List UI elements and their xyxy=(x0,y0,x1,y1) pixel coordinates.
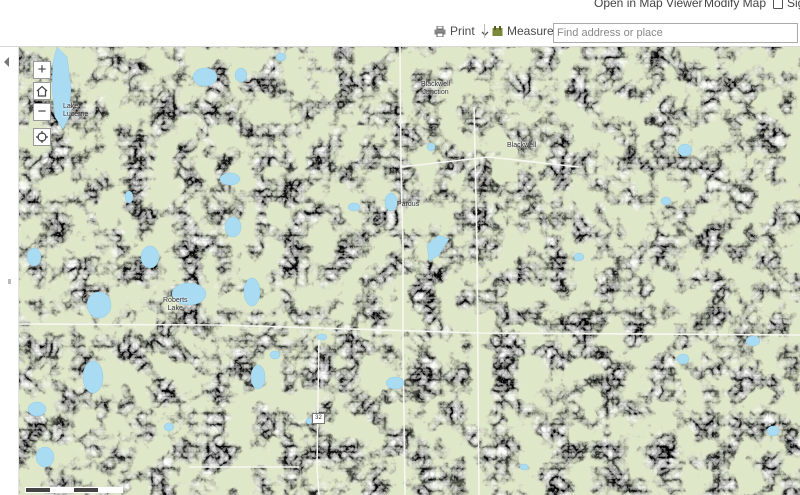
chevron-down-icon xyxy=(481,31,489,36)
printer-icon xyxy=(434,25,446,38)
sign-in-label: Sign xyxy=(787,0,800,10)
panel-resize-handle[interactable] xyxy=(8,279,11,284)
sign-in-link[interactable]: Sign xyxy=(773,0,800,10)
zoom-in-button[interactable]: + xyxy=(33,61,51,79)
side-panel-toggle-strip[interactable] xyxy=(0,47,19,495)
chevron-left-icon[interactable] xyxy=(4,57,9,67)
route-shield: 32 xyxy=(312,413,325,424)
toolbar-divider xyxy=(484,24,485,38)
scale-segment xyxy=(98,488,122,492)
search-input[interactable] xyxy=(553,23,798,43)
scale-bar xyxy=(25,487,123,493)
hillshade-layer xyxy=(19,47,800,495)
print-label: Print xyxy=(450,24,475,38)
home-button[interactable] xyxy=(33,82,51,100)
measure-icon xyxy=(492,26,503,36)
top-header: Open in Map Viewer Modify Map Sign xyxy=(0,0,800,14)
user-icon xyxy=(773,0,783,9)
home-icon xyxy=(36,85,48,97)
locate-icon xyxy=(36,131,48,143)
map-toolbar: Print Measure xyxy=(0,14,800,47)
zoom-out-button[interactable]: − xyxy=(33,103,51,121)
map-canvas[interactable]: Lake Lucerne Blackwell Junction Blackwel… xyxy=(19,47,800,495)
measure-label: Measure xyxy=(507,24,554,38)
open-in-map-viewer-link[interactable]: Open in Map Viewer xyxy=(594,0,703,10)
locate-button[interactable] xyxy=(33,128,51,146)
modify-map-link[interactable]: Modify Map xyxy=(704,0,766,10)
terrain-hillshade xyxy=(19,47,800,495)
measure-button[interactable]: Measure xyxy=(492,23,554,39)
scale-segment xyxy=(50,488,74,492)
print-button[interactable]: Print xyxy=(434,23,489,39)
